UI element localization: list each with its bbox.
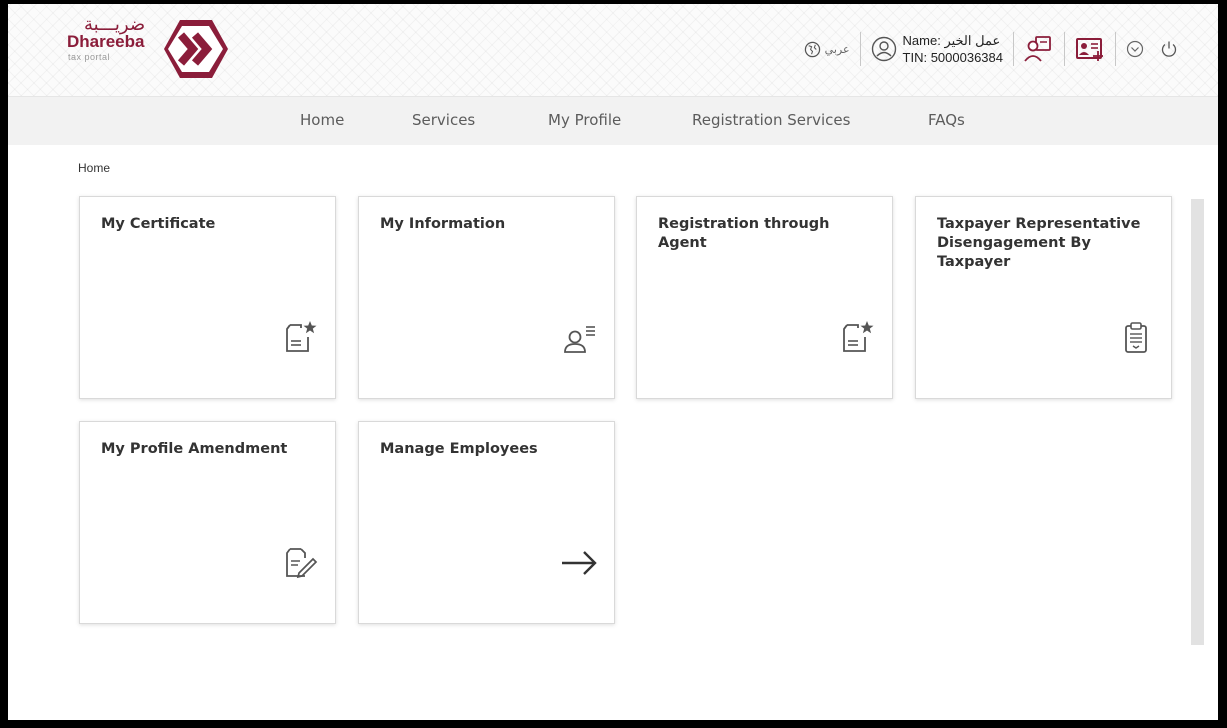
nav-item-registration-services[interactable]: Registration Services	[692, 111, 850, 129]
clipboard-icon	[1116, 317, 1156, 357]
card-title: Registration through Agent	[658, 216, 830, 251]
scrollbar[interactable]	[1191, 199, 1204, 645]
chevron-down-icon	[1126, 40, 1144, 58]
card-taxpayer-representative-disengagement[interactable]: Taxpayer Representative Disengagement By…	[915, 196, 1172, 399]
nav-item-home[interactable]: Home	[300, 111, 344, 129]
divider	[1013, 32, 1014, 66]
logo-name: Dhareeba	[67, 32, 145, 51]
card-title: Manage Employees	[380, 441, 538, 457]
user-menu-dropdown[interactable]	[1126, 40, 1144, 58]
card-title: My Profile Amendment	[101, 441, 288, 457]
card-manage-employees[interactable]: Manage Employees	[358, 421, 615, 624]
card-title: My Information	[380, 216, 506, 232]
add-id-card-button[interactable]	[1075, 36, 1105, 62]
divider	[1064, 32, 1065, 66]
certificate-icon	[837, 317, 877, 357]
card-my-profile-amendment[interactable]: My Profile Amendment	[79, 421, 336, 624]
certificate-icon	[280, 317, 320, 357]
header-actions: عربي Name: عمل الخير TIN: 5000036384	[804, 20, 1178, 78]
language-switch[interactable]: عربي	[804, 41, 850, 58]
id-card-add-icon	[1076, 38, 1103, 61]
user-profile[interactable]: Name: عمل الخير TIN: 5000036384	[871, 32, 1003, 66]
user-info: Name: عمل الخير TIN: 5000036384	[903, 32, 1003, 66]
nav-item-my-profile[interactable]: My Profile	[548, 111, 621, 129]
switch-user-button[interactable]	[1024, 35, 1054, 63]
breadcrumb[interactable]: Home	[78, 161, 110, 175]
card-title: My Certificate	[101, 216, 216, 232]
user-circle-icon	[871, 36, 896, 62]
arrow-right-icon	[559, 542, 599, 582]
card-title: Taxpayer Representative Disengagement By…	[937, 216, 1141, 270]
user-info-icon	[559, 317, 599, 357]
card-my-information[interactable]: My Information	[358, 196, 615, 399]
app-frame: ضريـــبة Dhareeba tax portal عربي Name: …	[8, 4, 1218, 720]
logout-button[interactable]	[1160, 40, 1178, 58]
logo-subtitle: tax portal	[68, 52, 111, 62]
user-tin: TIN: 5000036384	[902, 50, 1003, 65]
nav-item-faqs[interactable]: FAQs	[928, 111, 965, 129]
divider	[1115, 32, 1116, 66]
user-switch-icon	[1024, 36, 1051, 62]
language-label: عربي	[824, 43, 850, 56]
nav-item-services[interactable]: Services	[412, 111, 475, 129]
main-nav: Home Services My Profile Registration Se…	[8, 96, 1218, 145]
logo-mark-icon	[164, 20, 228, 78]
user-name: Name: عمل الخير	[902, 33, 1001, 48]
globe-icon	[804, 41, 820, 57]
power-icon	[1161, 41, 1177, 57]
divider	[859, 32, 861, 66]
header: ضريـــبة Dhareeba tax portal عربي Name: …	[8, 4, 1218, 96]
document-edit-icon	[280, 542, 320, 582]
card-registration-through-agent[interactable]: Registration through Agent	[636, 196, 893, 399]
logo[interactable]: ضريـــبة Dhareeba tax portal	[64, 12, 239, 84]
card-my-certificate[interactable]: My Certificate	[79, 196, 336, 399]
